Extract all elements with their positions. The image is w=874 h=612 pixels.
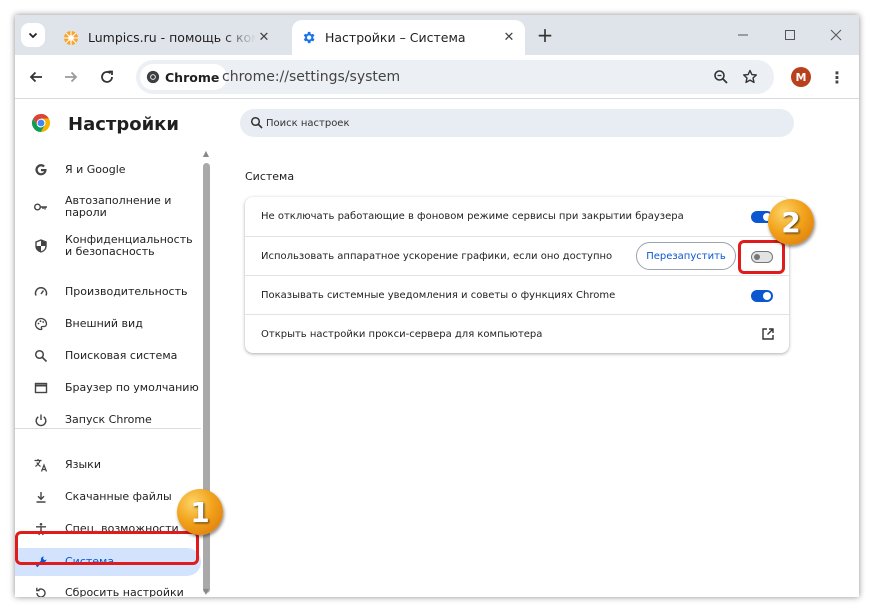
tab-settings[interactable]: Настройки – Система ✕: [292, 20, 525, 55]
shield-icon: [33, 238, 49, 254]
sidebar-item-languages[interactable]: Языки: [15, 455, 201, 475]
sidebar-item-autofill[interactable]: Автозаполнение и пароли: [15, 190, 201, 224]
browser-window-icon: [33, 380, 49, 396]
setting-label: Использовать аппаратное ускорение график…: [261, 251, 613, 262]
address-bar[interactable]: Chrome chrome://settings/system: [136, 60, 774, 94]
tab-search-button[interactable]: [21, 23, 45, 47]
google-icon: [33, 162, 49, 178]
chrome-logo-icon: [31, 114, 51, 132]
sidebar-item-label: Сбросить настройки: [65, 586, 184, 598]
setting-row-background-apps: Не отключать работающие в фоновом режиме…: [245, 197, 789, 236]
setting-row-system-notifications: Показывать системные уведомления и совет…: [245, 275, 789, 314]
setting-label: Не отключать работающие в фоновом режиме…: [261, 211, 684, 222]
section-title: Система: [245, 170, 295, 183]
avatar[interactable]: M: [791, 67, 811, 87]
url-text[interactable]: chrome://settings/system: [222, 69, 400, 85]
download-icon: [33, 489, 49, 505]
lumpics-favicon: [63, 30, 79, 46]
search-icon: [250, 116, 263, 129]
more-menu-icon[interactable]: ⋮: [829, 65, 845, 89]
setting-row-hardware-acceleration: Использовать аппаратное ускорение график…: [245, 236, 789, 275]
back-icon[interactable]: [24, 65, 48, 89]
browser-window: Lumpics.ru - помощь с компьютером ✕ Наст…: [15, 15, 859, 597]
sidebar-item-reset[interactable]: Сбросить настройки: [15, 583, 201, 597]
sidebar-item-label: Языки: [65, 458, 101, 471]
close-window-icon[interactable]: [824, 23, 848, 47]
scroll-up-arrow[interactable]: ▲: [201, 148, 211, 158]
sidebar-item-label: Конфиденциальность и безопасность: [65, 233, 193, 258]
new-tab-button[interactable]: +: [534, 23, 556, 47]
sidebar-item-label: Браузер по умолчанию: [65, 381, 199, 394]
sidebar-item-downloads[interactable]: Скачанные файлы: [15, 487, 201, 507]
page-title: Настройки: [68, 114, 180, 135]
sidebar-item-performance[interactable]: Производительность: [15, 282, 201, 302]
scroll-down-arrow[interactable]: ▼: [201, 586, 211, 596]
toolbar: Chrome chrome://settings/system M ⋮: [15, 55, 859, 99]
reset-icon: [33, 585, 49, 597]
chrome-icon: [146, 70, 160, 84]
external-link-icon[interactable]: [761, 327, 775, 341]
search-input[interactable]: [266, 113, 766, 133]
sidebar-item-google[interactable]: Я и Google: [15, 160, 201, 180]
sidebar-item-label: Запуск Chrome: [65, 413, 152, 426]
sidebar-item-privacy[interactable]: Конфиденциальность и безопасность: [15, 229, 201, 263]
step-badge-2: 2: [768, 199, 814, 245]
tab-lumpics[interactable]: Lumpics.ru - помощь с компьютером ✕: [55, 20, 280, 55]
sidebar-item-label: Производительность: [65, 285, 188, 298]
speedometer-icon: [33, 284, 49, 300]
power-icon: [33, 412, 49, 428]
sidebar-item-on-startup[interactable]: Запуск Chrome: [15, 410, 201, 430]
highlight-system-item: [15, 531, 199, 565]
settings-gear-icon: [300, 30, 316, 46]
search-icon: [33, 348, 49, 364]
sidebar-item-label: Автозаполнение и пароли: [65, 194, 172, 219]
settings-search[interactable]: [240, 109, 794, 137]
chevron-down-icon: [28, 32, 38, 39]
palette-icon: [33, 316, 49, 332]
setting-label: Показывать системные уведомления и совет…: [261, 290, 616, 301]
sidebar-item-label: Я и Google: [65, 163, 126, 176]
system-notifications-toggle[interactable]: [751, 290, 773, 302]
system-settings-card: Не отключать работающие в фоновом режиме…: [245, 197, 789, 353]
relaunch-button[interactable]: Перезапустить: [636, 242, 736, 270]
minimize-icon[interactable]: [731, 23, 755, 47]
maximize-icon[interactable]: [778, 23, 802, 47]
zoom-icon[interactable]: [712, 68, 730, 86]
site-info-chip[interactable]: Chrome: [140, 64, 228, 90]
translate-icon: [33, 457, 49, 473]
chip-label: Chrome: [165, 69, 220, 85]
highlight-hw-toggle: [738, 240, 785, 274]
sidebar-item-default-browser[interactable]: Браузер по умолчанию: [15, 378, 201, 398]
step-badge-1: 1: [177, 489, 223, 535]
close-tab-icon[interactable]: ✕: [501, 30, 517, 46]
sidebar-item-appearance[interactable]: Внешний вид: [15, 314, 201, 334]
sidebar-item-search-engine[interactable]: Поисковая система: [15, 346, 201, 366]
key-icon: [33, 199, 49, 215]
close-tab-icon[interactable]: ✕: [256, 30, 272, 46]
tab-title: Lumpics.ru - помощь с компьютером: [88, 30, 256, 45]
sidebar-divider: [15, 428, 201, 429]
tab-title: Настройки – Система: [325, 30, 466, 45]
bookmark-star-icon[interactable]: [741, 68, 759, 86]
setting-label: Открыть настройки прокси-сервера для ком…: [261, 329, 543, 340]
sidebar-item-label: Внешний вид: [65, 317, 143, 330]
forward-icon[interactable]: [59, 65, 83, 89]
sidebar-item-label: Поисковая система: [65, 349, 178, 362]
tab-strip: Lumpics.ru - помощь с компьютером ✕ Наст…: [15, 15, 859, 55]
setting-row-proxy[interactable]: Открыть настройки прокси-сервера для ком…: [245, 314, 789, 353]
reload-icon[interactable]: [95, 65, 119, 89]
